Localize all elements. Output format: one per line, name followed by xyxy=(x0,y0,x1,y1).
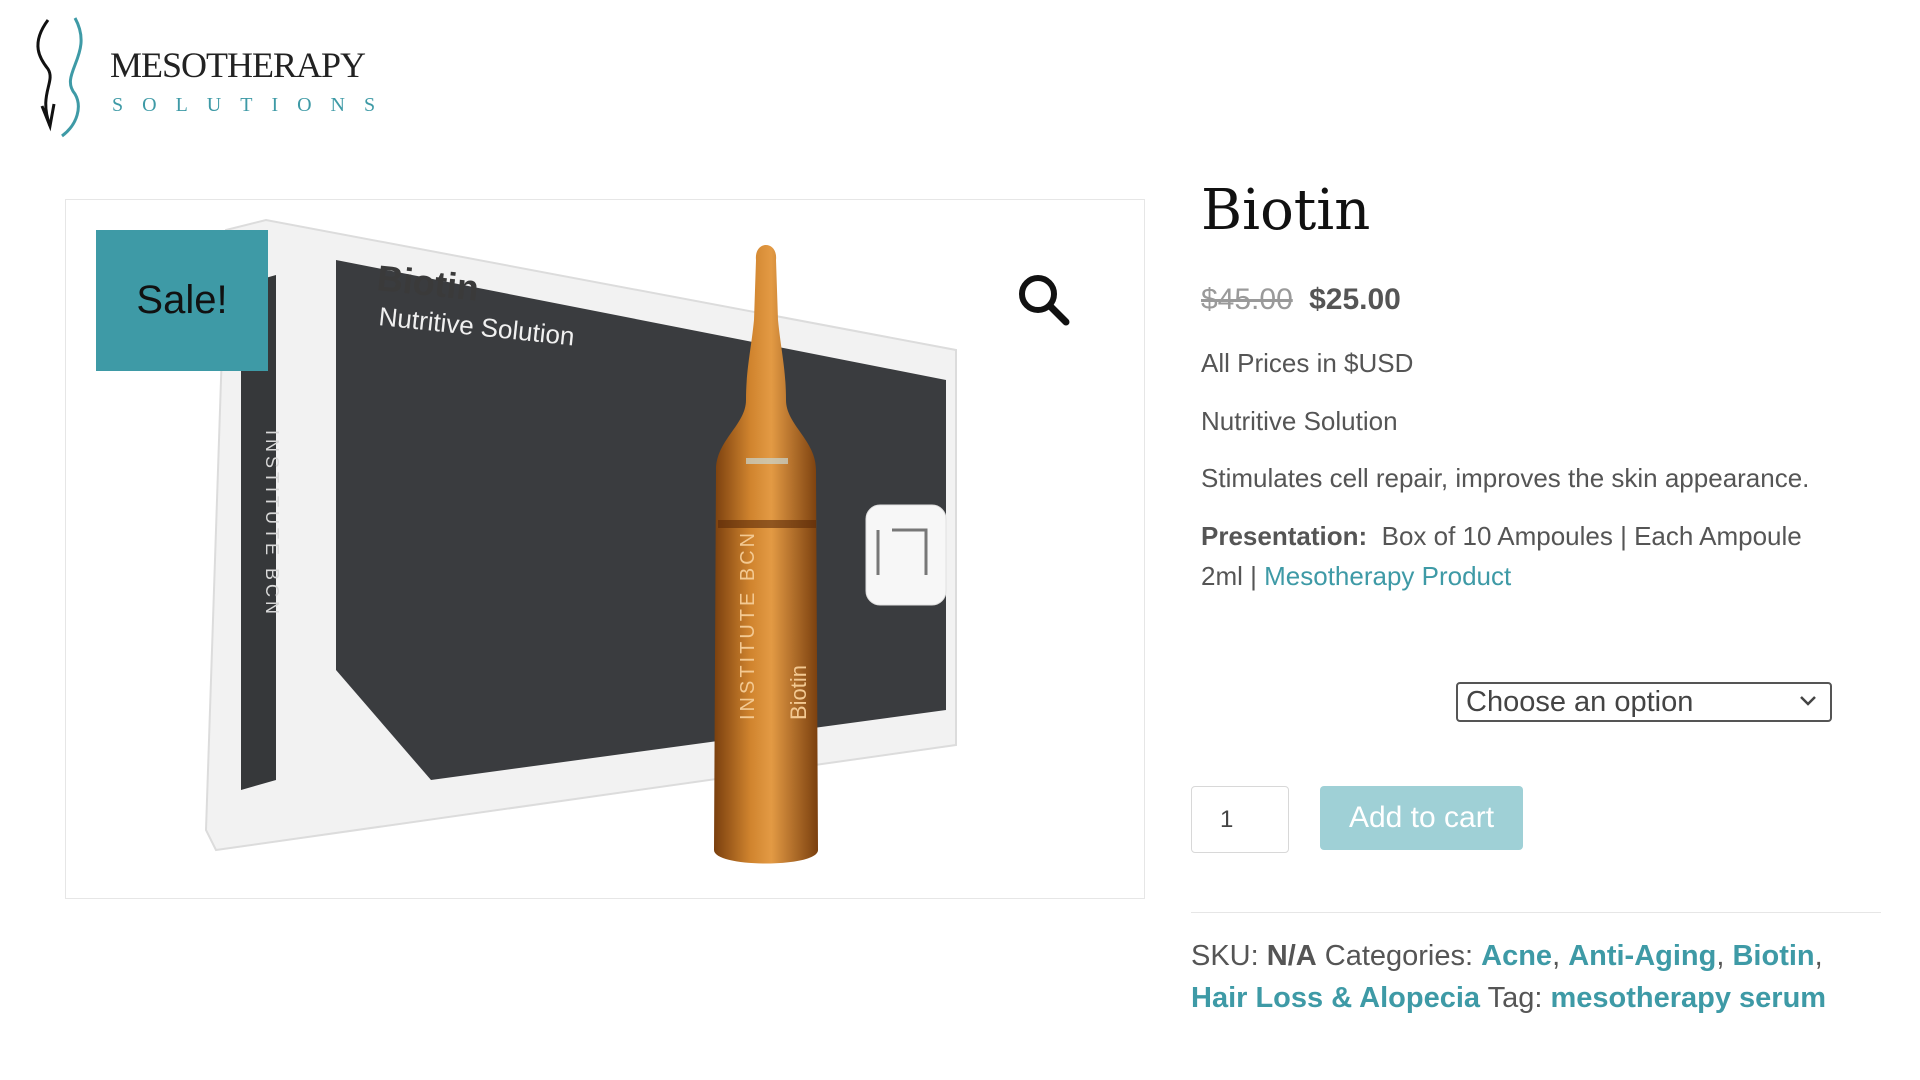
ampoule-brand: INSTITUTE BCN xyxy=(737,530,759,720)
presentation-info: Presentation: Box of 10 Ampoules | Each … xyxy=(1201,516,1881,596)
categories-label: Categories: xyxy=(1324,940,1474,972)
presentation-text-2: 2ml | xyxy=(1201,561,1257,591)
product-price: $45.00 $25.00 xyxy=(1201,283,1401,317)
presentation-label: Presentation: xyxy=(1201,521,1368,551)
sale-badge: Sale! xyxy=(96,230,268,371)
category-link-hair-loss[interactable]: Hair Loss & Alopecia xyxy=(1191,982,1480,1014)
sku-value: N/A xyxy=(1266,940,1317,972)
divider xyxy=(1191,912,1881,913)
logo-mark-icon xyxy=(36,17,83,138)
select-value: Choose an option xyxy=(1466,686,1694,718)
product-subtitle: Nutritive Solution xyxy=(1201,406,1398,436)
product-gallery[interactable]: Sale! Biotin Nutritive Solution INSTITUT… xyxy=(65,199,1145,899)
category-link-biotin[interactable]: Biotin xyxy=(1732,940,1814,972)
tag-label: Tag: xyxy=(1487,982,1543,1014)
sale-price: $25.00 xyxy=(1309,283,1401,316)
sku-label: SKU: xyxy=(1191,940,1259,972)
category-link-acne[interactable]: Acne xyxy=(1481,940,1552,972)
product-description: Stimulates cell repair, improves the ski… xyxy=(1201,463,1810,493)
mesotherapy-product-link[interactable]: Mesotherapy Product xyxy=(1264,561,1511,591)
site-logo[interactable]: MESOTHERAPY SOLUTIONS xyxy=(20,14,375,139)
logo-subtitle: SOLUTIONS xyxy=(112,94,395,116)
category-link-anti-aging[interactable]: Anti-Aging xyxy=(1568,940,1716,972)
quantity-input[interactable]: 1 xyxy=(1191,786,1289,853)
product-title: Biotin xyxy=(1201,178,1371,243)
product-meta: SKU: N/A Categories: Acne, Anti-Aging, B… xyxy=(1191,940,1827,1014)
variation-select[interactable]: Choose an option xyxy=(1456,682,1832,722)
zoom-icon[interactable] xyxy=(1014,270,1074,330)
chevron-down-icon xyxy=(1800,696,1816,706)
presentation-text: Box of 10 Ampoules | Each Ampoule xyxy=(1381,521,1802,551)
old-price: $45.00 xyxy=(1201,283,1293,316)
currency-note: All Prices in $USD xyxy=(1201,348,1414,378)
tag-link[interactable]: mesotherapy serum xyxy=(1550,982,1826,1014)
ampoule-label: Biotin xyxy=(786,665,811,720)
add-to-cart-button[interactable]: Add to cart xyxy=(1320,786,1523,850)
box-brand: INSTITUTE BCN xyxy=(262,430,282,618)
logo-wordmark: MESOTHERAPY xyxy=(110,45,366,85)
